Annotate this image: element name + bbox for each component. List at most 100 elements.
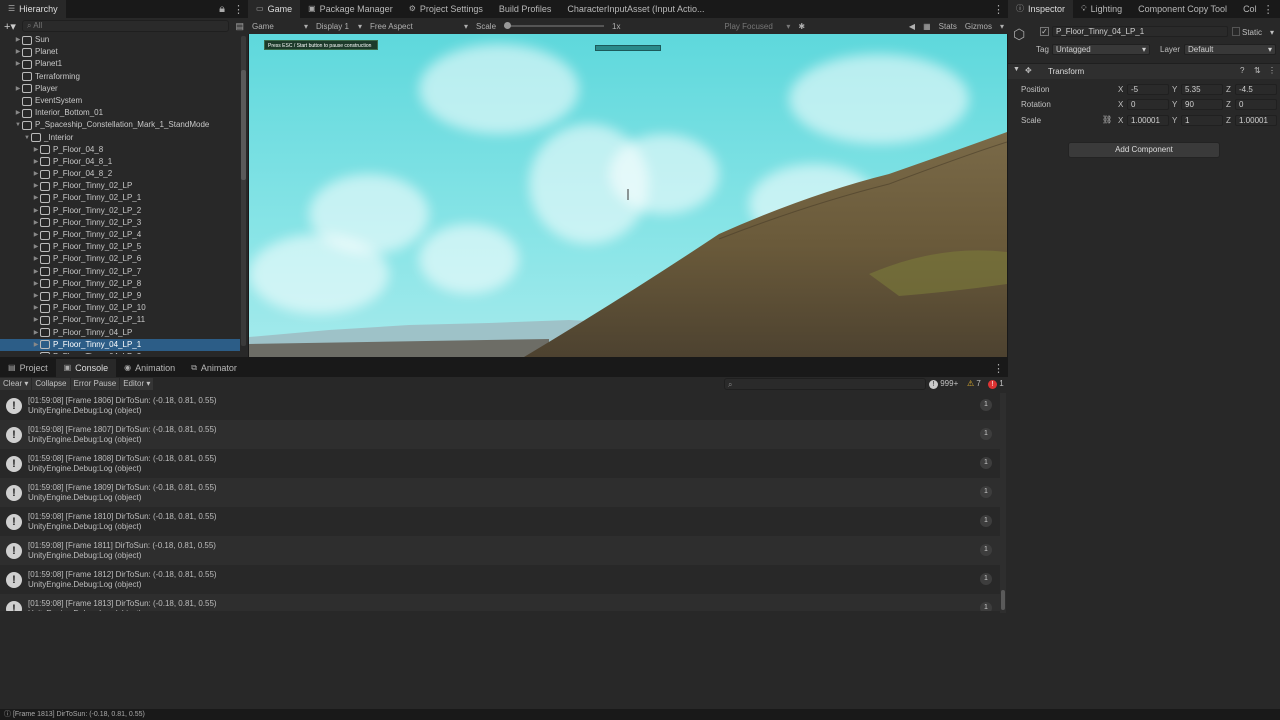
hierarchy-item[interactable]: ▶ P_Floor_Tinny_02_LP_3 (0, 217, 240, 229)
tab-inspector[interactable]: ⓘ Inspector (1008, 0, 1074, 18)
status-bar[interactable]: ⓘ [Frame 1813] DirToSun: (-0.18, 0.81, 0… (0, 709, 1008, 720)
expanded-arrow-icon[interactable]: ▼ (14, 119, 22, 131)
play-focused-dropdown[interactable]: Play Focused ▾ (720, 22, 794, 31)
collapsed-arrow-icon[interactable]: ▶ (32, 205, 40, 217)
tag-dropdown[interactable]: Untagged ▾ (1052, 44, 1150, 55)
console-log-entry[interactable]: ! [01:59:08] [Frame 1809] DirToSun: (-0.1… (0, 478, 1000, 507)
tab-lighting[interactable]: 💡︎ Lighting (1073, 0, 1130, 18)
rotation-x-field[interactable]: 0 (1127, 99, 1169, 110)
collapsed-arrow-icon[interactable]: ▶ (32, 241, 40, 253)
tab-animator[interactable]: ⧉ Animator (183, 359, 245, 377)
help-icon[interactable]: ? (1240, 66, 1244, 75)
hierarchy-item[interactable]: ▶ P_Floor_Tinny_02_LP_10 (0, 302, 240, 314)
tab-build-profiles[interactable]: Build Profiles (491, 0, 560, 18)
hierarchy-item[interactable]: ▶ P_Floor_Tinny_02_LP_8 (0, 278, 240, 290)
scale-slider[interactable] (504, 22, 605, 29)
expanded-arrow-icon[interactable]: ▼ (23, 132, 31, 144)
info-count-toggle[interactable]: ! 999+ (929, 379, 958, 389)
tab-animation[interactable]: ◉ Animation (116, 359, 183, 377)
hierarchy-item[interactable]: ▼ _Interior (0, 132, 240, 144)
collapsed-arrow-icon[interactable]: ▶ (32, 302, 40, 314)
position-y-field[interactable]: 5.35 (1181, 84, 1223, 95)
position-z-field[interactable]: -4.5 (1235, 84, 1277, 95)
collapsed-arrow-icon[interactable]: ▶ (14, 46, 22, 58)
hierarchy-item[interactable]: ▶ P_Floor_Tinny_04_LP_2 (0, 351, 240, 354)
tab-package-manager[interactable]: ▣ Package Manager (300, 0, 401, 18)
collapsed-arrow-icon[interactable]: ▶ (14, 34, 22, 46)
hierarchy-item[interactable]: ▶ P_Floor_Tinny_02_LP_2 (0, 205, 240, 217)
lock-icon[interactable]: 🔒︎ (215, 3, 229, 16)
scene-visibility-icon[interactable]: ▤ (235, 21, 244, 32)
hierarchy-item[interactable]: ▶ P_Floor_Tinny_04_LP_1 (0, 338, 240, 351)
object-name-field[interactable]: P_Floor_Tinny_04_LP_1 (1052, 26, 1228, 37)
tab-project-settings[interactable]: ⚙ Project Settings (401, 0, 491, 18)
console-log-entry[interactable]: ! [01:59:08] [Frame 1806] DirToSun: (-0.1… (0, 391, 1000, 420)
collapsed-arrow-icon[interactable]: ▶ (32, 156, 40, 168)
game-viewport[interactable] (249, 34, 1007, 357)
add-icon[interactable]: +▾ (4, 20, 16, 33)
collapsed-arrow-icon[interactable]: ▶ (32, 229, 40, 241)
tab-input-asset[interactable]: CharacterInputAsset (Input Actio... (559, 0, 712, 18)
console-log-entry[interactable]: ! [01:59:08] [Frame 1808] DirToSun: (-0.1… (0, 449, 1000, 478)
add-component-button[interactable]: Add Component (1068, 142, 1220, 158)
hierarchy-item[interactable]: ▶ Interior_Bottom_01 (0, 107, 240, 119)
tab-project[interactable]: ▤ Project (0, 359, 56, 377)
hierarchy-item[interactable]: ▶ P_Floor_04_8 (0, 144, 240, 156)
collapsed-arrow-icon[interactable]: ▶ (32, 339, 40, 351)
hierarchy-item[interactable]: ▶ P_Floor_Tinny_04_LP (0, 327, 240, 339)
tab-console[interactable]: ▣ Console (55, 359, 117, 377)
collapsed-arrow-icon[interactable]: ▶ (32, 168, 40, 180)
hierarchy-item[interactable]: ▶ P_Floor_Tinny_02_LP (0, 180, 240, 192)
tab-col[interactable]: Col (1235, 0, 1259, 18)
static-checkbox[interactable] (1232, 27, 1240, 36)
hierarchy-item[interactable]: ▼ P_Spaceship_Constellation_Mark_1_StandM… (0, 119, 240, 131)
gizmos-button[interactable]: Gizmos (961, 22, 996, 31)
collapse-arrow-icon[interactable]: ▼ (1013, 66, 1020, 73)
editor-dropdown[interactable]: Editor ▾ (120, 378, 154, 390)
console-scrollbar[interactable] (1000, 393, 1006, 613)
collapsed-arrow-icon[interactable]: ▶ (14, 58, 22, 70)
hierarchy-item[interactable]: ▶ Player (0, 83, 240, 95)
layer-dropdown[interactable]: Default ▾ (1184, 44, 1276, 55)
hierarchy-item[interactable]: ▶ P_Floor_Tinny_02_LP_6 (0, 253, 240, 265)
chevron-down-icon[interactable]: ▾ (996, 22, 1008, 31)
hierarchy-item[interactable]: ▶ P_Floor_Tinny_02_LP_7 (0, 266, 240, 278)
console-log-entry[interactable]: ! [01:59:08] [Frame 1811] DirToSun: (-0.1… (0, 536, 1000, 565)
scale-x-field[interactable]: 1.00001 (1127, 115, 1169, 126)
grid-icon[interactable]: ▦ (919, 22, 935, 31)
collapsed-arrow-icon[interactable]: ▶ (32, 144, 40, 156)
active-checkbox[interactable]: ✓ (1040, 27, 1049, 36)
static-dropdown-icon[interactable]: ▾ (1270, 28, 1274, 37)
hierarchy-search-input[interactable]: ⌕ All (21, 20, 230, 32)
game-mode-dropdown[interactable]: Game ▾ (248, 22, 312, 31)
constrain-proportions-icon[interactable]: ⛓︎ (1102, 115, 1112, 124)
error-pause-toggle[interactable]: Error Pause (70, 378, 120, 390)
hierarchy-item[interactable]: ▶ P_Floor_Tinny_02_LP_4 (0, 229, 240, 241)
position-x-field[interactable]: -5 (1127, 84, 1169, 95)
console-log-entry[interactable]: ! [01:59:08] [Frame 1813] DirToSun: (-0.1… (0, 594, 1000, 611)
tab-component-copy-tool[interactable]: Component Copy Tool (1130, 0, 1235, 18)
component-menu-icon[interactable]: ⋮ (1268, 66, 1276, 75)
tab-game[interactable]: ▭ Game (248, 0, 301, 18)
hierarchy-item[interactable]: Terraforming (0, 71, 240, 83)
collapsed-arrow-icon[interactable]: ▶ (32, 314, 40, 326)
bug-icon[interactable]: ✱ (794, 22, 809, 31)
hierarchy-menu-icon[interactable]: ⋮ (229, 3, 248, 16)
hierarchy-item[interactable]: EventSystem (0, 95, 240, 107)
console-log-entry[interactable]: ! [01:59:08] [Frame 1810] DirToSun: (-0.1… (0, 507, 1000, 536)
collapse-toggle[interactable]: Collapse (32, 378, 70, 390)
console-menu-icon[interactable]: ⋮ (989, 362, 1008, 375)
scale-z-field[interactable]: 1.00001 (1235, 115, 1277, 126)
collapsed-arrow-icon[interactable]: ▶ (14, 107, 22, 119)
hierarchy-item[interactable]: ▶ Planet1 (0, 58, 240, 70)
rotation-z-field[interactable]: 0 (1235, 99, 1277, 110)
collapsed-arrow-icon[interactable]: ▶ (32, 180, 40, 192)
game-menu-icon[interactable]: ⋮ (989, 3, 1008, 16)
console-log-entry[interactable]: ! [01:59:08] [Frame 1812] DirToSun: (-0.1… (0, 565, 1000, 594)
display-dropdown[interactable]: Display 1 ▾ (312, 22, 366, 31)
stats-button[interactable]: Stats (935, 22, 961, 31)
collapsed-arrow-icon[interactable]: ▶ (32, 266, 40, 278)
console-log-entry[interactable]: ! [01:59:08] [Frame 1807] DirToSun: (-0.1… (0, 420, 1000, 449)
scale-y-field[interactable]: 1 (1181, 115, 1223, 126)
warning-count-toggle[interactable]: ⚠ 7 (967, 379, 981, 388)
